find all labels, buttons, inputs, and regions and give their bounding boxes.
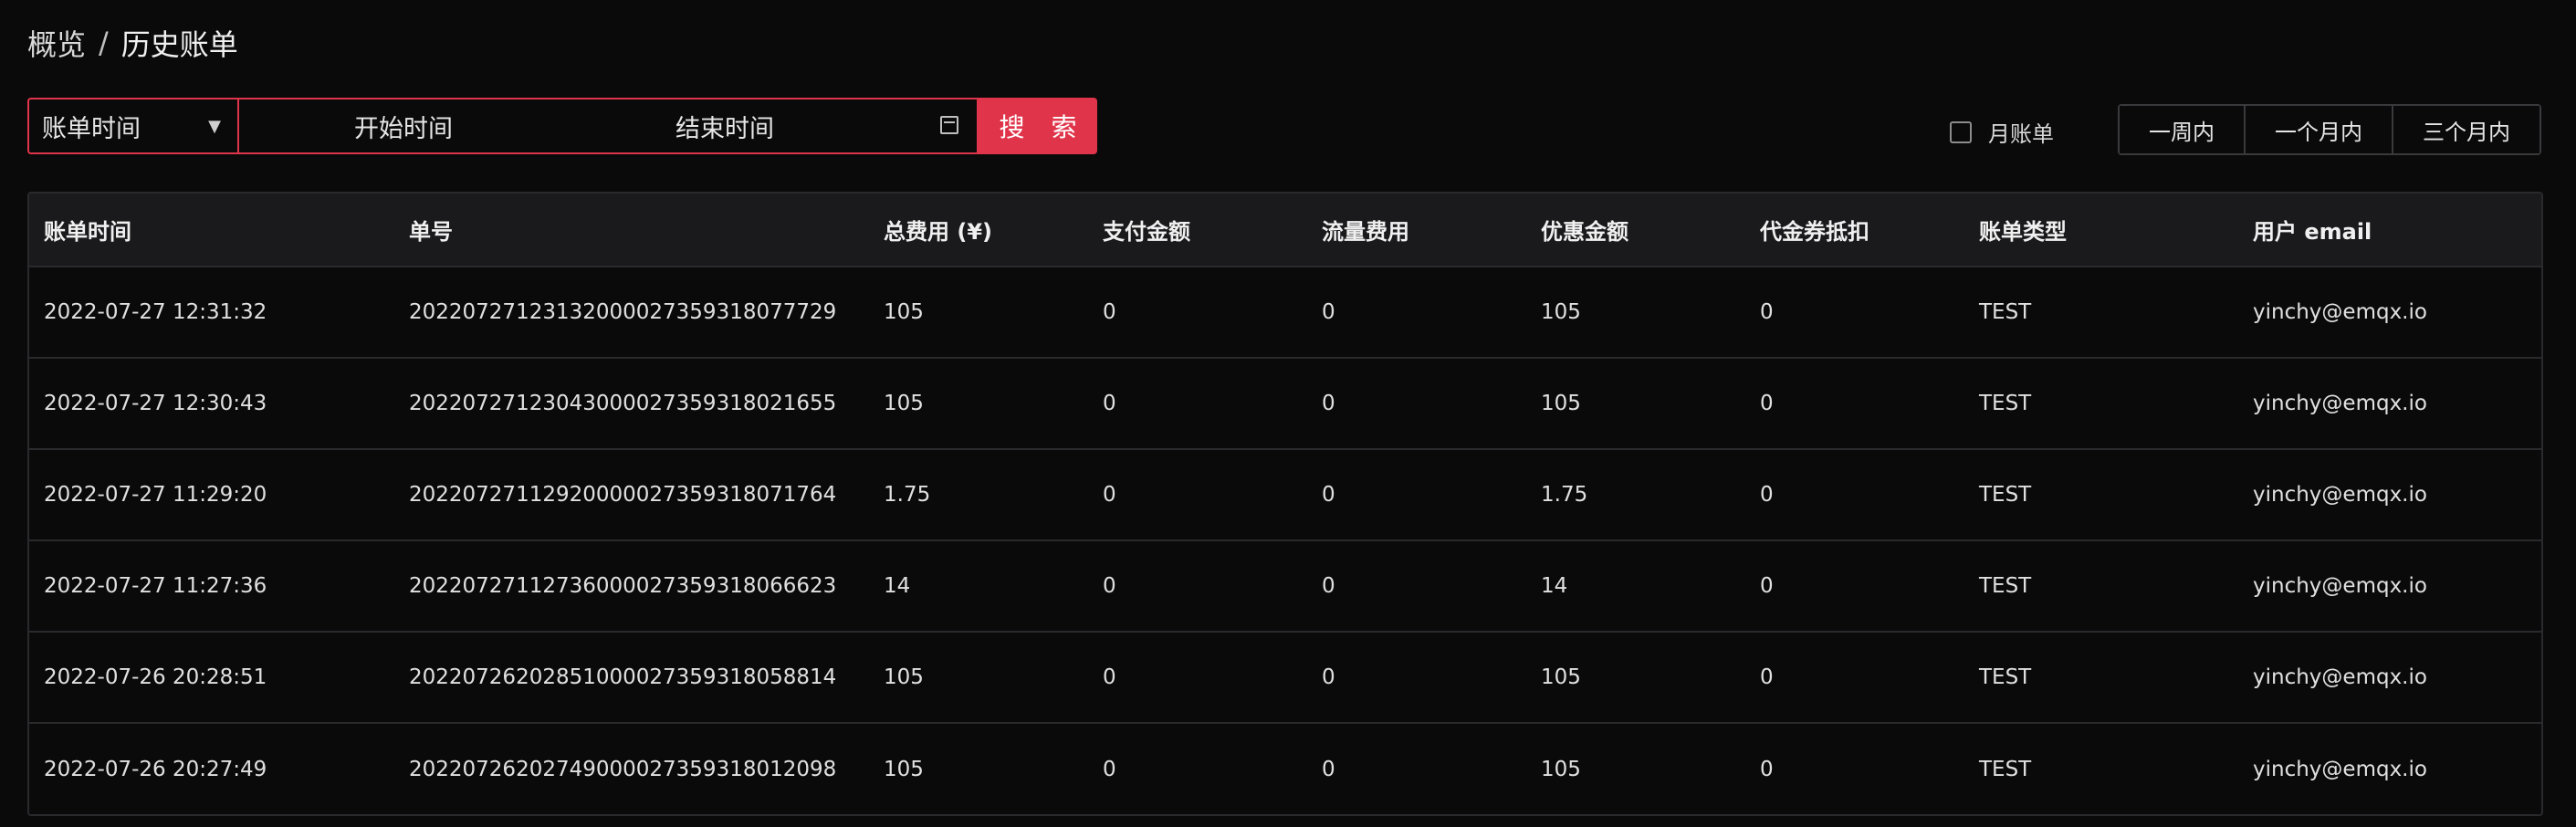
cell-payment: 0	[1103, 392, 1116, 415]
cell-discount: 105	[1541, 665, 1581, 689]
time-type-select[interactable]: 账单时间 ▼	[27, 98, 237, 154]
cell-traffic-cost: 0	[1322, 483, 1335, 507]
cell-total-cost: 105	[884, 392, 924, 415]
bill-table: 账单时间 单号 总费用 (¥) 支付金额 流量费用 优惠金额 代金券抵扣 账单类…	[27, 192, 2543, 816]
search-button[interactable]: 搜 索	[979, 98, 1097, 154]
cell-user-email: yinchy@emqx.io	[2253, 757, 2427, 781]
breadcrumb-separator: /	[99, 26, 109, 60]
cell-total-cost: 14	[884, 574, 911, 598]
cell-voucher: 0	[1760, 574, 1774, 598]
filter-bar: 账单时间 ▼ 开始时间 结束时间 搜 索	[27, 98, 1097, 154]
table-header-row: 账单时间 单号 总费用 (¥) 支付金额 流量费用 优惠金额 代金券抵扣 账单类…	[29, 194, 2541, 267]
column-header[interactable]: 总费用 (¥)	[869, 194, 1088, 267]
cell-bill-type: TEST	[1979, 483, 2032, 507]
column-header[interactable]: 用户 email	[2238, 194, 2541, 267]
cell-voucher: 0	[1760, 300, 1774, 324]
calendar-icon	[940, 116, 958, 134]
breadcrumb-current: 历史账单	[120, 27, 238, 62]
cell-bill-time: 2022-07-27 12:30:43	[44, 392, 267, 415]
cell-bill-time: 2022-07-27 12:31:32	[44, 300, 267, 324]
cell-traffic-cost: 0	[1322, 300, 1335, 324]
month-bill-checkbox[interactable]: 月账单	[1950, 116, 2054, 148]
column-header[interactable]: 代金券抵扣	[1745, 194, 1964, 267]
cell-voucher: 0	[1760, 665, 1774, 689]
column-header[interactable]: 单号	[394, 194, 869, 267]
time-type-select-value: 账单时间	[42, 114, 141, 143]
table-row[interactable]: 2022-07-27 12:30:43 20220727123043000027…	[29, 358, 2541, 449]
cell-discount: 1.75	[1541, 483, 1588, 507]
cell-bill-number: 20220727112736000027359318066623	[409, 574, 837, 598]
checkbox-icon[interactable]	[1950, 120, 1972, 143]
cell-bill-time: 2022-07-27 11:27:36	[44, 574, 267, 598]
column-header[interactable]: 账单时间	[29, 194, 394, 267]
column-header[interactable]: 账单类型	[1964, 194, 2238, 267]
cell-bill-type: TEST	[1979, 392, 2032, 415]
cell-user-email: yinchy@emqx.io	[2253, 392, 2427, 415]
cell-voucher: 0	[1760, 483, 1774, 507]
column-header[interactable]: 支付金额	[1088, 194, 1307, 267]
month-bill-label: 月账单	[1988, 121, 2054, 147]
range-three-months-button[interactable]: 三个月内	[2393, 106, 2539, 153]
column-header[interactable]: 流量费用	[1307, 194, 1526, 267]
cell-bill-type: TEST	[1979, 574, 2032, 598]
quick-range-group: 一周内 一个月内 三个月内	[2118, 104, 2541, 155]
cell-bill-type: TEST	[1979, 300, 2032, 324]
cell-bill-number: 20220727123132000027359318077729	[409, 300, 837, 324]
cell-payment: 0	[1103, 757, 1116, 781]
cell-payment: 0	[1103, 300, 1116, 324]
breadcrumb-overview-link[interactable]: 概览	[27, 22, 86, 64]
range-one-week-button[interactable]: 一周内	[2120, 106, 2246, 153]
cell-bill-time: 2022-07-26 20:27:49	[44, 757, 267, 781]
cell-total-cost: 105	[884, 300, 924, 324]
cell-payment: 0	[1103, 665, 1116, 689]
cell-traffic-cost: 0	[1322, 757, 1335, 781]
table-row[interactable]: 2022-07-27 12:31:32 20220727123132000027…	[29, 267, 2541, 358]
cell-bill-number: 20220727123043000027359318021655	[409, 392, 837, 415]
cell-discount: 14	[1541, 574, 1568, 598]
cell-user-email: yinchy@emqx.io	[2253, 665, 2427, 689]
cell-user-email: yinchy@emqx.io	[2253, 483, 2427, 507]
column-header[interactable]: 优惠金额	[1526, 194, 1745, 267]
cell-voucher: 0	[1760, 757, 1774, 781]
cell-user-email: yinchy@emqx.io	[2253, 574, 2427, 598]
cell-discount: 105	[1541, 757, 1581, 781]
cell-bill-number: 20220727112920000027359318071764	[409, 483, 837, 507]
start-time-input[interactable]: 开始时间	[354, 109, 453, 144]
cell-total-cost: 105	[884, 757, 924, 781]
cell-traffic-cost: 0	[1322, 392, 1335, 415]
cell-user-email: yinchy@emqx.io	[2253, 300, 2427, 324]
cell-bill-time: 2022-07-26 20:28:51	[44, 665, 267, 689]
breadcrumb: 概览 / 历史账单	[27, 22, 238, 64]
cell-total-cost: 1.75	[884, 483, 931, 507]
cell-bill-time: 2022-07-27 11:29:20	[44, 483, 267, 507]
cell-payment: 0	[1103, 483, 1116, 507]
table-row[interactable]: 2022-07-27 11:27:36 20220727112736000027…	[29, 540, 2541, 632]
cell-traffic-cost: 0	[1322, 665, 1335, 689]
cell-voucher: 0	[1760, 392, 1774, 415]
date-range-picker[interactable]: 开始时间 结束时间	[237, 98, 979, 154]
cell-bill-type: TEST	[1979, 665, 2032, 689]
end-time-input[interactable]: 结束时间	[675, 109, 774, 144]
cell-bill-type: TEST	[1979, 757, 2032, 781]
cell-traffic-cost: 0	[1322, 574, 1335, 598]
cell-discount: 105	[1541, 300, 1581, 324]
cell-bill-number: 20220726202749000027359318012098	[409, 757, 837, 781]
table-row[interactable]: 2022-07-27 11:29:20 20220727112920000027…	[29, 449, 2541, 540]
table-row[interactable]: 2022-07-26 20:27:49 20220726202749000027…	[29, 723, 2541, 814]
table-row[interactable]: 2022-07-26 20:28:51 20220726202851000027…	[29, 632, 2541, 723]
cell-bill-number: 20220726202851000027359318058814	[409, 665, 837, 689]
range-one-month-button[interactable]: 一个月内	[2246, 106, 2393, 153]
cell-discount: 105	[1541, 392, 1581, 415]
cell-total-cost: 105	[884, 665, 924, 689]
caret-down-icon: ▼	[208, 116, 221, 136]
cell-payment: 0	[1103, 574, 1116, 598]
